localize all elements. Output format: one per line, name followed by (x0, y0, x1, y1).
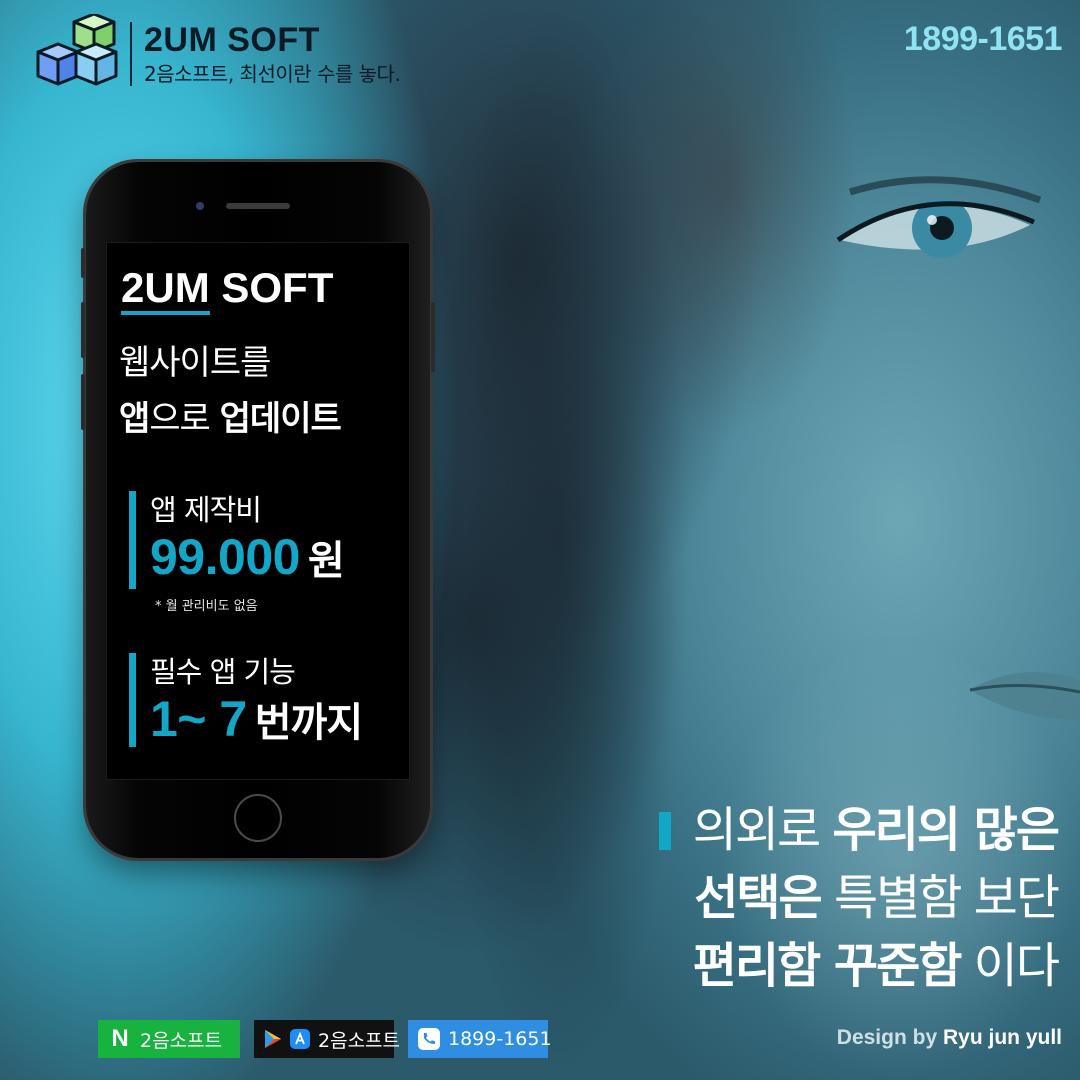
phone-volume-down (81, 374, 85, 430)
phone-camera-icon (196, 202, 204, 210)
brand-divider (130, 22, 132, 86)
quote-line3-bold: 편리함 꾸준함 (692, 938, 963, 994)
phone-home-button (234, 794, 282, 842)
phone-speaker (226, 203, 290, 209)
brand-text: 2UM SOFT 2음소프트, 최선이란 수를 놓다. (144, 20, 401, 88)
headline-normal: 으로 (149, 399, 211, 439)
quote-line2: 선택은 특별함 보단 (659, 864, 1060, 932)
phone-volume-up (81, 302, 85, 358)
headline-bold-update: 업데이트 (219, 399, 342, 439)
call-badge-label: 1899-1651 (448, 1028, 552, 1050)
phone-mockup: 2UM SOFT 웹사이트를 앱으로 업데이트 앱 제작비 99.000 원 *… (81, 162, 435, 858)
quote-line3-normal: 이다 (973, 938, 1060, 994)
feature-block: 필수 앱 기능 1~ 7 번까지 (129, 653, 363, 747)
quote-line1-bold: 우리의 많은 (832, 802, 1060, 858)
credit-author: Ryu jun yull (942, 1026, 1062, 1049)
top-phone-number[interactable]: 1899-1651 (904, 20, 1063, 59)
design-credit: Design by Ryu jun yull (837, 1026, 1062, 1050)
phone-mute-switch (81, 248, 85, 278)
cubes-logo-icon (36, 14, 118, 86)
call-badge[interactable]: 1899-1651 (408, 1020, 552, 1058)
badge-row: N 2음소프트 2음소프트 1899-1651 (98, 1020, 552, 1058)
price-block: 앱 제작비 99.000 원 (129, 491, 345, 589)
naver-n-icon: N (111, 1025, 129, 1052)
quote-line2-bold: 선택은 (694, 870, 822, 926)
feature-label: 필수 앱 기능 (150, 655, 296, 689)
brand-tagline: 2음소프트, 최선이란 수를 놓다. (144, 62, 401, 86)
play-store-icon (264, 1029, 282, 1049)
feature-unit: 번까지 (254, 700, 363, 746)
eye-illustration (836, 176, 1042, 258)
brand-title: 2UM SOFT (144, 21, 320, 59)
headline-line2: 앱으로 업데이트 (119, 391, 342, 447)
quote-accent-bar (658, 812, 671, 850)
price-value: 99.000 (150, 529, 300, 585)
price-label: 앱 제작비 (150, 493, 262, 527)
screen-brand-rest: SOFT (221, 264, 334, 311)
feature-row: 1~ 7 번까지 (150, 691, 363, 751)
phone-power-button (431, 302, 435, 372)
screen-headline: 웹사이트를 앱으로 업데이트 (119, 335, 342, 447)
brand-header: 2UM SOFT 2음소프트, 최선이란 수를 놓다. (24, 14, 401, 94)
credit-prefix: Design by (836, 1026, 938, 1049)
phone-screen: 2UM SOFT 웹사이트를 앱으로 업데이트 앱 제작비 99.000 원 *… (106, 242, 410, 780)
price-unit: 원 (307, 538, 345, 584)
lips-shape (969, 672, 1080, 720)
quote-text: 의외로 우리의 많은 선택은 특별함 보단 편리함 꾸준함 이다 (658, 796, 1060, 1000)
store-badge-label: 2음소프트 (318, 1029, 401, 1052)
app-store-badge[interactable]: 2음소프트 (254, 1020, 400, 1058)
price-row: 99.000 원 (150, 529, 345, 589)
quote-line2-normal: 특별함 보단 (833, 870, 1060, 926)
quote-line1: 의외로 우리의 많은 (658, 796, 1060, 864)
quote-line1-normal: 의외로 (692, 802, 821, 858)
apple-app-store-icon (290, 1029, 310, 1049)
price-note: * 월 관리비도 없음 (155, 599, 258, 614)
feature-value: 1~ 7 (150, 691, 247, 747)
screen-brand: 2UM SOFT (121, 263, 334, 315)
headline-line1: 웹사이트를 (119, 343, 271, 383)
naver-badge[interactable]: N 2음소프트 (98, 1020, 240, 1058)
phone-call-icon (418, 1028, 440, 1050)
screen-brand-underlined: 2UM (121, 264, 210, 315)
quote-line3: 편리함 꾸준함 이다 (659, 932, 1060, 1000)
headline-bold-app: 앱 (119, 399, 150, 439)
naver-badge-label: 2음소프트 (140, 1029, 223, 1052)
